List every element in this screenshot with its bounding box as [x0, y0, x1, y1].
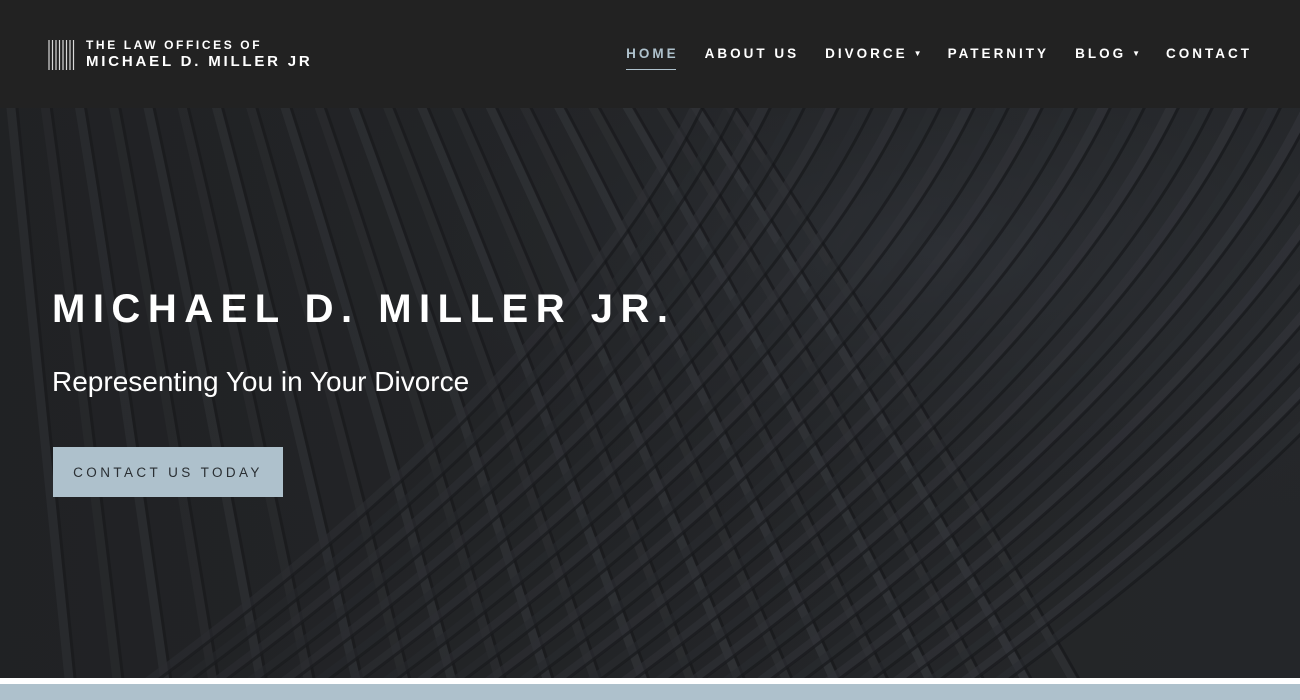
main-nav: HOME ABOUT US DIVORCE ▼ PATERNITY BLOG ▼…: [626, 44, 1252, 70]
nav-contact[interactable]: CONTACT: [1166, 44, 1252, 64]
site-header: THE LAW OFFICES OF MICHAEL D. MILLER JR …: [0, 0, 1300, 108]
nav-home[interactable]: HOME: [626, 44, 679, 70]
nav-paternity[interactable]: PATERNITY: [948, 44, 1050, 64]
contact-us-today-button[interactable]: CONTACT US TODAY: [53, 447, 283, 497]
section-divider-band: [0, 684, 1300, 700]
nav-blog[interactable]: BLOG ▼: [1075, 44, 1140, 64]
vertical-bars-icon: [48, 40, 75, 70]
hero-subtitle: Representing You in Your Divorce: [52, 366, 470, 397]
logo-text: THE LAW OFFICES OF MICHAEL D. MILLER JR: [86, 38, 313, 72]
nav-paternity-label: PATERNITY: [947, 46, 1050, 61]
site-logo[interactable]: THE LAW OFFICES OF MICHAEL D. MILLER JR: [48, 38, 313, 72]
nav-about-us[interactable]: ABOUT US: [705, 44, 800, 64]
nav-contact-label: CONTACT: [1166, 46, 1252, 61]
caret-down-icon: ▼: [913, 49, 922, 58]
caret-down-icon: ▼: [1132, 49, 1140, 58]
nav-divorce[interactable]: DIVORCE ▼: [825, 44, 921, 64]
hero-title: MICHAEL D. MILLER JR.: [52, 286, 676, 331]
nav-about-us-label: ABOUT US: [704, 46, 800, 61]
logo-name: MICHAEL D. MILLER JR: [86, 53, 313, 70]
logo-tagline: THE LAW OFFICES OF: [86, 38, 263, 52]
hero-banner: MICHAEL D. MILLER JR. Representing You i…: [0, 108, 1300, 678]
nav-home-label: HOME: [626, 46, 679, 61]
nav-blog-label: BLOG: [1075, 46, 1127, 61]
nav-divorce-label: DIVORCE: [825, 46, 908, 61]
